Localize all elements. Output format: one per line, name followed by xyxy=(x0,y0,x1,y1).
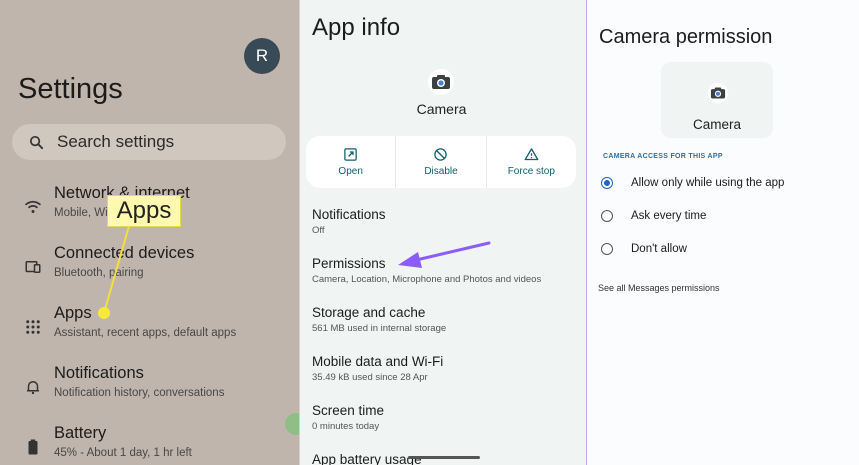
devices-icon xyxy=(25,261,41,273)
page-title: Camera permission xyxy=(599,26,773,48)
settings-item-apps[interactable]: Apps Assistant, recent apps, default app… xyxy=(0,304,299,354)
app-actions-bar: Open Disable Force stop xyxy=(306,136,576,188)
gesture-home-bar[interactable] xyxy=(408,456,480,459)
row-label: Notifications xyxy=(312,207,386,222)
section-header: CAMERA ACCESS FOR THIS APP xyxy=(603,153,723,160)
battery-icon xyxy=(28,439,38,455)
settings-item-sub: Assistant, recent apps, default apps xyxy=(54,327,237,339)
settings-item-connected-devices[interactable]: Connected devices Bluetooth, pairing xyxy=(0,244,299,294)
search-icon xyxy=(29,135,44,149)
apps-grid-icon xyxy=(26,320,40,334)
radio-selected[interactable] xyxy=(601,177,613,189)
row-sub: 561 MB used in internal storage xyxy=(312,323,447,334)
option-label: Allow only while using the app xyxy=(631,177,785,189)
option-allow-while-using[interactable]: Allow only while using the app xyxy=(601,177,784,189)
warning-icon xyxy=(524,148,539,161)
row-label: App battery usage xyxy=(312,452,422,465)
settings-item-sub: Notification history, conversations xyxy=(54,387,225,399)
search-bar[interactable]: Search settings xyxy=(12,124,286,160)
bell-icon xyxy=(27,381,39,395)
wifi-icon xyxy=(24,200,42,213)
app-name: Camera xyxy=(416,101,467,117)
camera-app-icon xyxy=(707,82,729,104)
settings-item-label: Apps xyxy=(54,304,92,322)
settings-item-sub: Mobile, Wi xyxy=(54,207,108,219)
app-name: Camera xyxy=(692,117,741,132)
settings-panel: R Settings Search settings Network & int… xyxy=(0,0,299,465)
force-stop-button[interactable]: Force stop xyxy=(487,136,576,188)
force-stop-label: Force stop xyxy=(507,166,555,177)
row-sub: Camera, Location, Microphone and Photos … xyxy=(312,274,542,285)
option-label: Don't allow xyxy=(631,243,687,255)
row-label: Permissions xyxy=(312,256,386,271)
radio-unselected[interactable] xyxy=(601,243,613,255)
option-label: Ask every time xyxy=(631,210,707,222)
radio-unselected[interactable] xyxy=(601,210,613,222)
open-external-icon xyxy=(344,148,357,161)
disable-icon xyxy=(434,148,448,161)
open-button[interactable]: Open xyxy=(306,136,397,188)
camera-permission-panel: Camera permission Camera CAMERA ACCESS F… xyxy=(586,0,859,465)
disable-button[interactable]: Disable xyxy=(396,136,487,188)
row-mobile-data[interactable]: Mobile data and Wi-Fi 35.49 kB used sinc… xyxy=(312,354,443,383)
settings-item-sub: Bluetooth, pairing xyxy=(54,267,144,279)
row-storage[interactable]: Storage and cache 561 MB used in interna… xyxy=(312,305,446,334)
avatar[interactable]: R xyxy=(244,38,280,74)
row-battery-usage[interactable]: App battery usage xyxy=(312,452,422,465)
settings-item-battery[interactable]: Battery 45% - About 1 day, 1 hr left xyxy=(0,424,299,465)
settings-item-label: Battery xyxy=(54,424,107,442)
row-label: Screen time xyxy=(312,403,385,418)
app-info-panel: App info Camera Open Disable Force stop … xyxy=(299,0,586,465)
page-title: Settings xyxy=(18,73,123,105)
app-header-card: Camera xyxy=(661,62,773,138)
page-title: App info xyxy=(312,14,401,41)
apps-callout-label: Apps xyxy=(107,195,181,227)
camera-app-icon xyxy=(428,69,454,95)
row-permissions[interactable]: Permissions Camera, Location, Microphone… xyxy=(312,256,541,285)
option-ask-every-time[interactable]: Ask every time xyxy=(601,210,706,222)
search-placeholder: Search settings xyxy=(57,132,175,151)
row-sub: 0 minutes today xyxy=(312,421,380,432)
row-notifications[interactable]: Notifications Off xyxy=(312,207,386,236)
row-label: Mobile data and Wi-Fi xyxy=(312,354,444,369)
row-label: Storage and cache xyxy=(312,305,426,320)
row-screen-time[interactable]: Screen time 0 minutes today xyxy=(312,403,384,432)
settings-item-sub: 45% - About 1 day, 1 hr left xyxy=(54,447,192,459)
option-dont-allow[interactable]: Don't allow xyxy=(601,243,687,255)
settings-item-label: Notifications xyxy=(54,364,144,382)
row-sub: Off xyxy=(312,225,325,236)
see-all-permissions-link[interactable]: See all Messages permissions xyxy=(598,283,720,293)
row-sub: 35.49 kB used since 28 Apr xyxy=(312,372,428,383)
open-label: Open xyxy=(338,166,363,177)
settings-item-label: Connected devices xyxy=(54,244,195,262)
settings-item-notifications[interactable]: Notifications Notification history, conv… xyxy=(0,364,299,414)
disable-label: Disable xyxy=(424,166,458,177)
